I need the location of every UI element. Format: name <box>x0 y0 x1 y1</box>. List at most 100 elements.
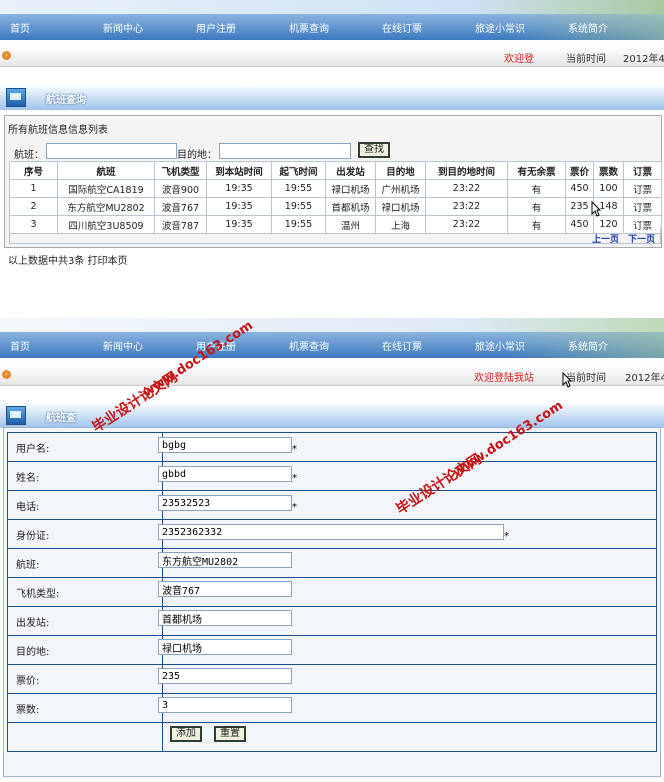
form-label: 姓名: <box>7 461 163 491</box>
required-mark: * <box>292 473 297 484</box>
form-label: 用户名: <box>7 432 163 462</box>
table-cell: 450 <box>565 179 594 198</box>
nav-item-about[interactable]: 系统简介 <box>568 20 608 35</box>
table-header-row: 序号 航班 飞机类型 到本站时间 起飞时间 出发站 目的地 到目的地时间 有无余… <box>9 161 662 180</box>
booking-form: 用户名: 姓名: 电话: 身份证: 航班: 飞机类型: 出发站: 目的地: 票价… <box>7 432 657 752</box>
flight-input[interactable] <box>158 552 292 568</box>
list-heading: 所有航班信息信息列表 <box>8 125 108 136</box>
monitor-icon <box>6 88 26 107</box>
table-cell: 波音767 <box>154 197 207 216</box>
column-header: 起飞时间 <box>271 161 326 180</box>
table-cell: 235 <box>565 197 594 216</box>
required-mark: * <box>292 502 297 513</box>
phone-input[interactable] <box>158 495 292 511</box>
arrow-icon: › <box>2 51 11 60</box>
table-row: 2 东方航空MU2802 波音767 19:35 19:55 首都机场 禄口机场… <box>9 197 662 216</box>
column-header: 目的地 <box>375 161 426 180</box>
book-link[interactable]: 订票 <box>623 197 662 216</box>
destination-input[interactable] <box>158 639 292 655</box>
status-bar: › 欢迎登 当前时间 2012年4 <box>0 46 664 67</box>
nav-item-news[interactable]: 新闻中心 <box>103 338 143 353</box>
aircraft-type-input[interactable] <box>158 581 292 597</box>
required-mark: * <box>292 444 297 455</box>
required-mark: * <box>504 531 509 542</box>
nav-item-booking[interactable]: 在线订票 <box>382 20 422 35</box>
nav-item-news[interactable]: 新闻中心 <box>103 20 143 35</box>
nav-item-about[interactable]: 系统简介 <box>568 338 608 353</box>
column-header: 出发站 <box>325 161 376 180</box>
cursor-icon <box>591 201 601 217</box>
id-card-input[interactable] <box>158 524 504 540</box>
column-header: 有无余票 <box>507 161 566 180</box>
table-cell: 2 <box>9 197 58 216</box>
reset-button[interactable]: 重置 <box>214 726 246 742</box>
table-cell: 19:55 <box>271 179 326 198</box>
nav-item-home[interactable]: 首页 <box>10 338 30 353</box>
table-cell: 禄口机场 <box>325 179 376 198</box>
form-label: 航班: <box>7 548 163 578</box>
form-label: 出发站: <box>7 606 163 636</box>
nav-item-register[interactable]: 用户注册 <box>196 20 236 35</box>
destination-label: 目的地： <box>177 150 217 161</box>
book-link[interactable]: 订票 <box>623 179 662 198</box>
table-cell: 禄口机场 <box>375 197 426 216</box>
table-cell: 19:35 <box>206 197 272 216</box>
section-title: 航班查 <box>46 413 76 424</box>
table-cell: 首都机场 <box>325 197 376 216</box>
nav-item-home[interactable]: 首页 <box>10 20 30 35</box>
table-cell: 国际航空CA1819 <box>57 179 155 198</box>
table-cell: 波音900 <box>154 179 207 198</box>
column-header: 订票 <box>623 161 662 180</box>
table-cell: 有 <box>507 179 566 198</box>
table-cell: 1 <box>9 179 58 198</box>
search-button[interactable]: 查找 <box>358 142 390 158</box>
table-cell: 广州机场 <box>375 179 426 198</box>
table-cell: 东方航空MU2802 <box>57 197 155 216</box>
form-label: 飞机类型: <box>7 577 163 607</box>
section-title: 航班查询 <box>46 95 86 106</box>
form-label: 电话: <box>7 490 163 520</box>
table-cell: 19:35 <box>206 179 272 198</box>
column-header: 票数 <box>593 161 624 180</box>
list-footer: 以上数据中共3条 打印本页 <box>8 256 128 267</box>
table-cell: 19:55 <box>271 197 326 216</box>
column-header: 到目的地时间 <box>425 161 508 180</box>
top-nav-2: 首页 新闻中心 用户注册 机票查询 在线订票 旅途小常识 系统简介 <box>0 332 664 358</box>
form-label: 票数: <box>7 693 163 723</box>
date-text: 2012年4 <box>623 54 664 65</box>
form-label: 身份证: <box>7 519 163 549</box>
top-nav: 首页 新闻中心 用户注册 机票查询 在线订票 旅途小常识 系统简介 <box>0 14 664 40</box>
table-cell: 23:22 <box>425 179 508 198</box>
form-label: 票价: <box>7 664 163 694</box>
nav-item-ticket-search[interactable]: 机票查询 <box>289 20 329 35</box>
nav-item-travel-tips[interactable]: 旅途小常识 <box>475 338 525 353</box>
form-label: 目的地: <box>7 635 163 665</box>
time-label: 当前时间 <box>566 373 606 384</box>
name-input[interactable] <box>158 466 292 482</box>
flight-table: 序号 航班 飞机类型 到本站时间 起飞时间 出发站 目的地 到目的地时间 有无余… <box>9 161 662 234</box>
price-input[interactable] <box>158 668 292 684</box>
welcome-text: 欢迎登 <box>504 54 534 65</box>
column-header: 航班 <box>57 161 155 180</box>
monitor-icon <box>6 406 26 425</box>
departure-input[interactable] <box>158 610 292 626</box>
destination-search-input[interactable] <box>219 143 351 159</box>
section-header: 航班查询 <box>0 84 664 110</box>
column-header: 票价 <box>565 161 594 180</box>
column-header: 到本站时间 <box>206 161 272 180</box>
nav-item-booking[interactable]: 在线订票 <box>382 338 422 353</box>
table-row: 1 国际航空CA1819 波音900 19:35 19:55 禄口机场 广州机场… <box>9 179 662 198</box>
welcome-text: 欢迎登陆我站 <box>474 373 534 384</box>
table-cell: 100 <box>593 179 624 198</box>
time-label: 当前时间 <box>566 54 606 65</box>
cursor-icon <box>562 372 572 388</box>
username-input[interactable] <box>158 437 292 453</box>
flight-search-input[interactable] <box>46 143 177 159</box>
add-button[interactable]: 添加 <box>170 726 202 742</box>
table-cell: 23:22 <box>425 197 508 216</box>
nav-item-ticket-search[interactable]: 机票查询 <box>289 338 329 353</box>
ticket-count-input[interactable] <box>158 697 292 713</box>
column-header: 飞机类型 <box>154 161 207 180</box>
nav-item-travel-tips[interactable]: 旅途小常识 <box>475 20 525 35</box>
flight-label: 航班： <box>14 150 44 161</box>
